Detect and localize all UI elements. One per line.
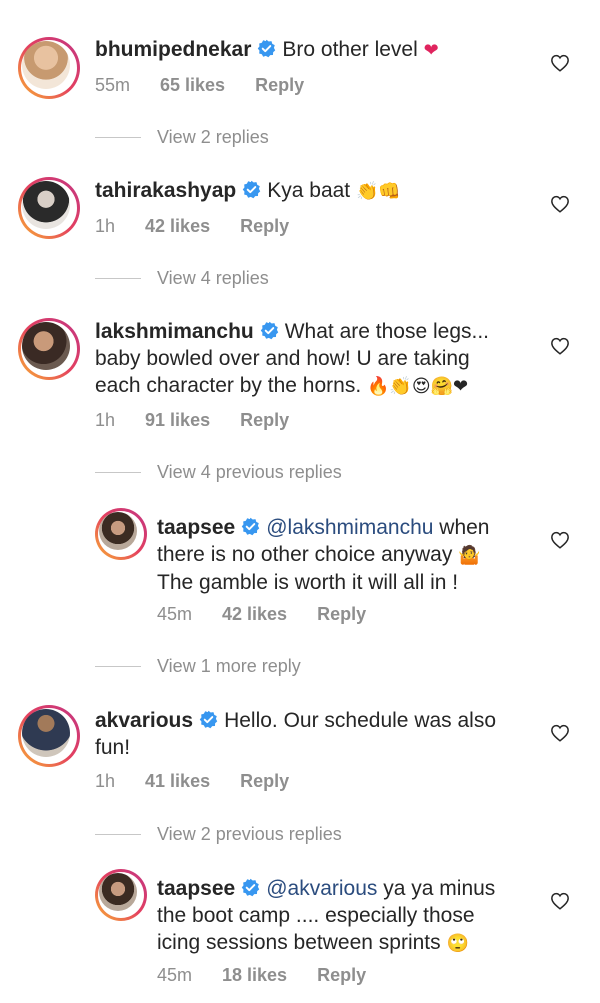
like-heart-icon[interactable] xyxy=(550,892,570,910)
like-heart-icon[interactable] xyxy=(550,337,570,355)
username[interactable]: bhumipednekar xyxy=(95,38,251,61)
username[interactable]: akvarious xyxy=(95,709,193,732)
divider-line xyxy=(95,834,141,835)
comment-meta: 1h 42 likes Reply xyxy=(95,216,319,237)
comment-text: akvarious Hello. Our schedule was also fu… xyxy=(95,709,497,759)
username[interactable]: taapsee xyxy=(157,516,235,539)
avatar[interactable] xyxy=(18,177,80,239)
reply-button[interactable]: Reply xyxy=(317,965,366,985)
reply-button[interactable]: Reply xyxy=(240,771,289,791)
avatar[interactable] xyxy=(18,37,80,99)
divider-line xyxy=(95,278,141,279)
reply-button[interactable]: Reply xyxy=(240,216,289,236)
timestamp: 1h xyxy=(95,216,116,236)
verified-icon xyxy=(199,710,218,729)
reply-button[interactable]: Reply xyxy=(255,75,304,95)
reply-button[interactable]: Reply xyxy=(240,410,289,430)
divider-line xyxy=(95,137,141,138)
reply-text: taapsee @lakshmimanchu when there is no o… xyxy=(157,516,490,594)
username[interactable]: tahirakashyap xyxy=(95,179,236,202)
mention-link[interactable]: @akvarious xyxy=(266,877,377,900)
timestamp: 1h xyxy=(95,410,116,430)
view-replies-button[interactable]: View 4 replies xyxy=(95,268,269,289)
heart-emoji: ❤ xyxy=(423,40,439,61)
timestamp: 1h xyxy=(95,771,116,791)
reply-meta: 45m 18 likes Reply xyxy=(157,965,396,986)
like-heart-icon[interactable] xyxy=(550,724,570,742)
comment-meta: 55m 65 likes Reply xyxy=(95,75,334,96)
comment-text: tahirakashyap Kya baat 👏👊 xyxy=(95,179,401,202)
comment-meta: 1h 41 likes Reply xyxy=(95,771,319,792)
comment-text: lakshmimanchu What are those legs... baby… xyxy=(95,320,490,397)
verified-icon xyxy=(260,321,279,340)
timestamp: 45m xyxy=(157,965,193,985)
reply-meta: 45m 42 likes Reply xyxy=(157,604,396,625)
comment-meta: 1h 91 likes Reply xyxy=(95,410,319,431)
username[interactable]: taapsee xyxy=(157,877,235,900)
avatar[interactable] xyxy=(18,318,80,380)
likes-count[interactable]: 18 likes xyxy=(222,965,287,985)
shrug-emoji: 🤷 xyxy=(458,545,481,566)
timestamp: 45m xyxy=(157,604,193,624)
view-previous-replies-button[interactable]: View 2 previous replies xyxy=(95,824,342,845)
divider-line xyxy=(95,666,141,667)
likes-count[interactable]: 91 likes xyxy=(145,410,210,430)
verified-icon xyxy=(257,39,276,58)
likes-count[interactable]: 41 likes xyxy=(145,771,210,791)
likes-count[interactable]: 65 likes xyxy=(160,75,225,95)
clap-emoji: 👏👊 xyxy=(356,181,401,202)
timestamp: 55m xyxy=(95,75,131,95)
verified-icon xyxy=(241,878,260,897)
avatar[interactable] xyxy=(95,508,147,560)
reply-button[interactable]: Reply xyxy=(317,604,366,624)
verified-icon xyxy=(242,180,261,199)
likes-count[interactable]: 42 likes xyxy=(145,216,210,236)
username[interactable]: lakshmimanchu xyxy=(95,320,254,343)
view-previous-replies-button[interactable]: View 4 previous replies xyxy=(95,462,342,483)
divider-line xyxy=(95,472,141,473)
like-heart-icon[interactable] xyxy=(550,531,570,549)
like-heart-icon[interactable] xyxy=(550,195,570,213)
likes-count[interactable]: 42 likes xyxy=(222,604,287,624)
eye-roll-emoji: 🙄 xyxy=(446,933,469,954)
comment-text: bhumipednekar Bro other level ❤ xyxy=(95,38,439,61)
view-more-replies-button[interactable]: View 1 more reply xyxy=(95,656,301,677)
view-replies-button[interactable]: View 2 replies xyxy=(95,127,269,148)
like-heart-icon[interactable] xyxy=(550,54,570,72)
avatar[interactable] xyxy=(18,705,80,767)
avatar[interactable] xyxy=(95,869,147,921)
mention-link[interactable]: @lakshmimanchu xyxy=(266,516,433,539)
verified-icon xyxy=(241,517,260,536)
reply-text: taapsee @akvarious ya ya minus the boot c… xyxy=(157,877,496,954)
reaction-emojis: 🔥👏😍🤗❤ xyxy=(367,376,469,397)
